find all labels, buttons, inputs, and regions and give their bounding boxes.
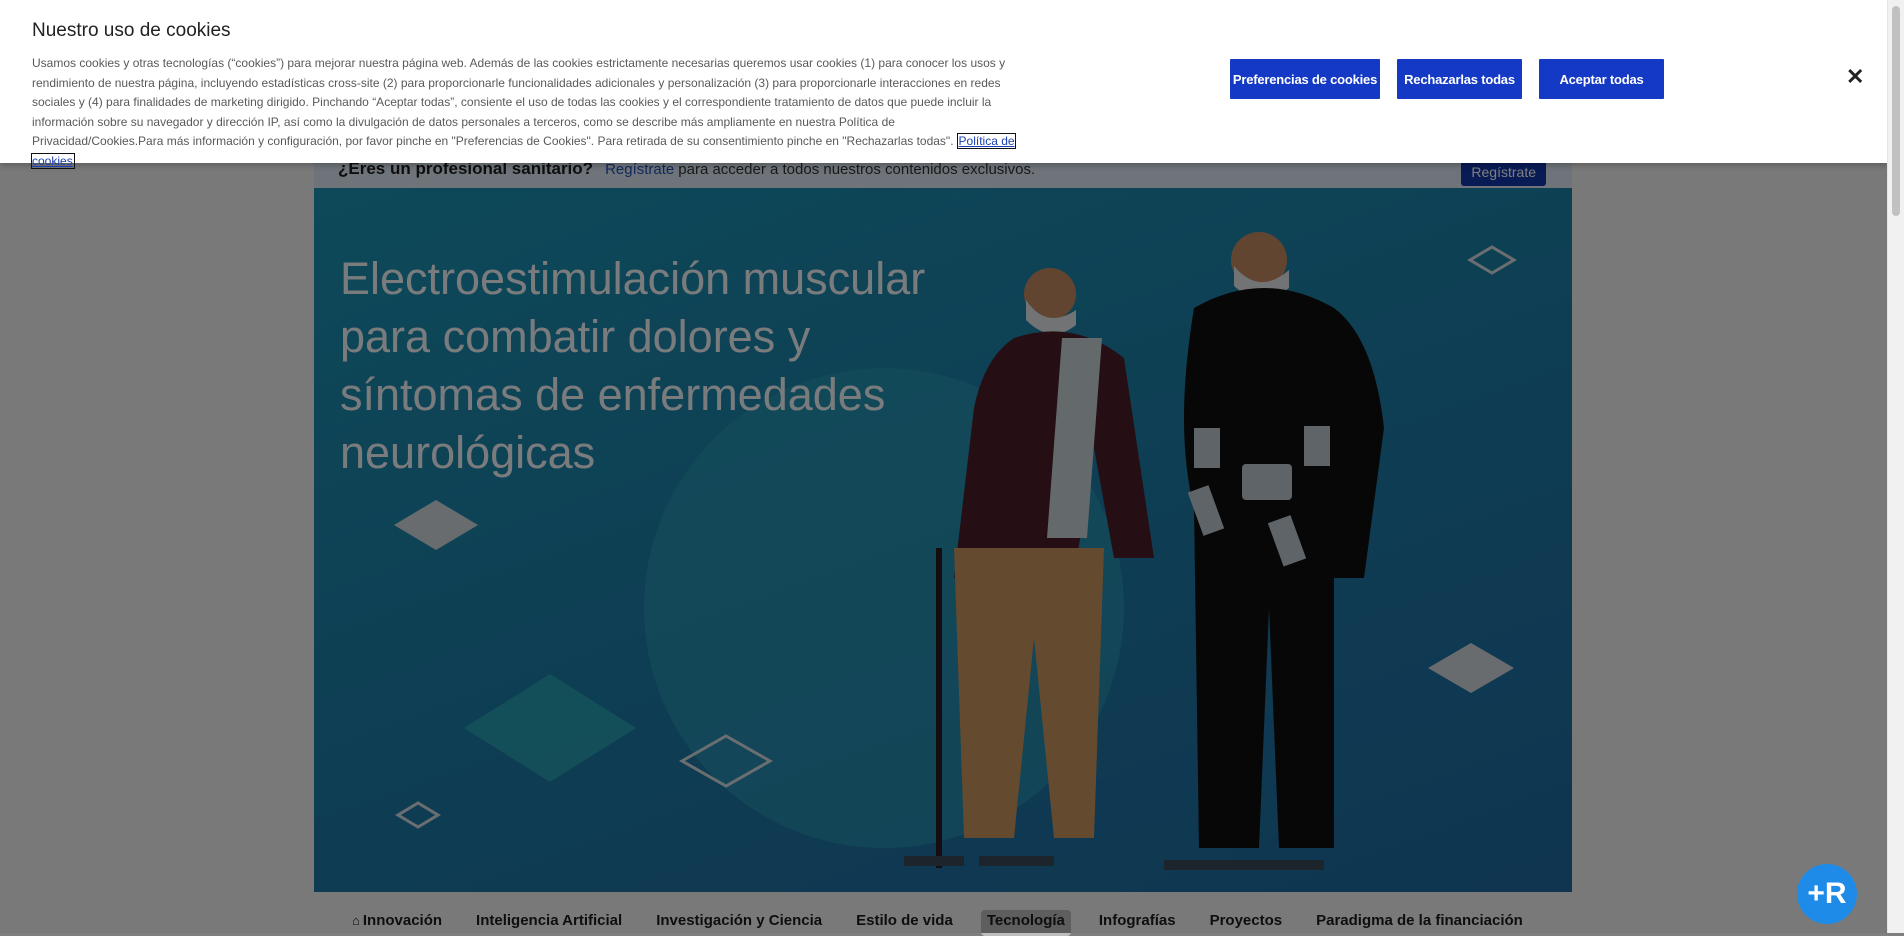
cookie-banner-title: Nuestro uso de cookies xyxy=(32,20,231,41)
accept-all-button[interactable]: Aceptar todas xyxy=(1539,59,1664,99)
reject-all-button[interactable]: Rechazarlas todas xyxy=(1397,59,1522,99)
cookie-preferences-button[interactable]: Preferencias de cookies xyxy=(1230,59,1380,99)
close-icon[interactable]: ✕ xyxy=(1846,66,1864,88)
page-scrollbar[interactable] xyxy=(1887,0,1904,933)
cookie-banner-text: Usamos cookies y otras tecnologías (“coo… xyxy=(31,54,1022,172)
cookie-banner: Nuestro uso de cookies Usamos cookies y … xyxy=(0,0,1888,169)
cookie-description: Usamos cookies y otras tecnologías (“coo… xyxy=(32,56,1006,149)
scrollbar-thumb[interactable] xyxy=(1892,6,1900,216)
assistant-icon[interactable]: +R xyxy=(1797,864,1857,924)
